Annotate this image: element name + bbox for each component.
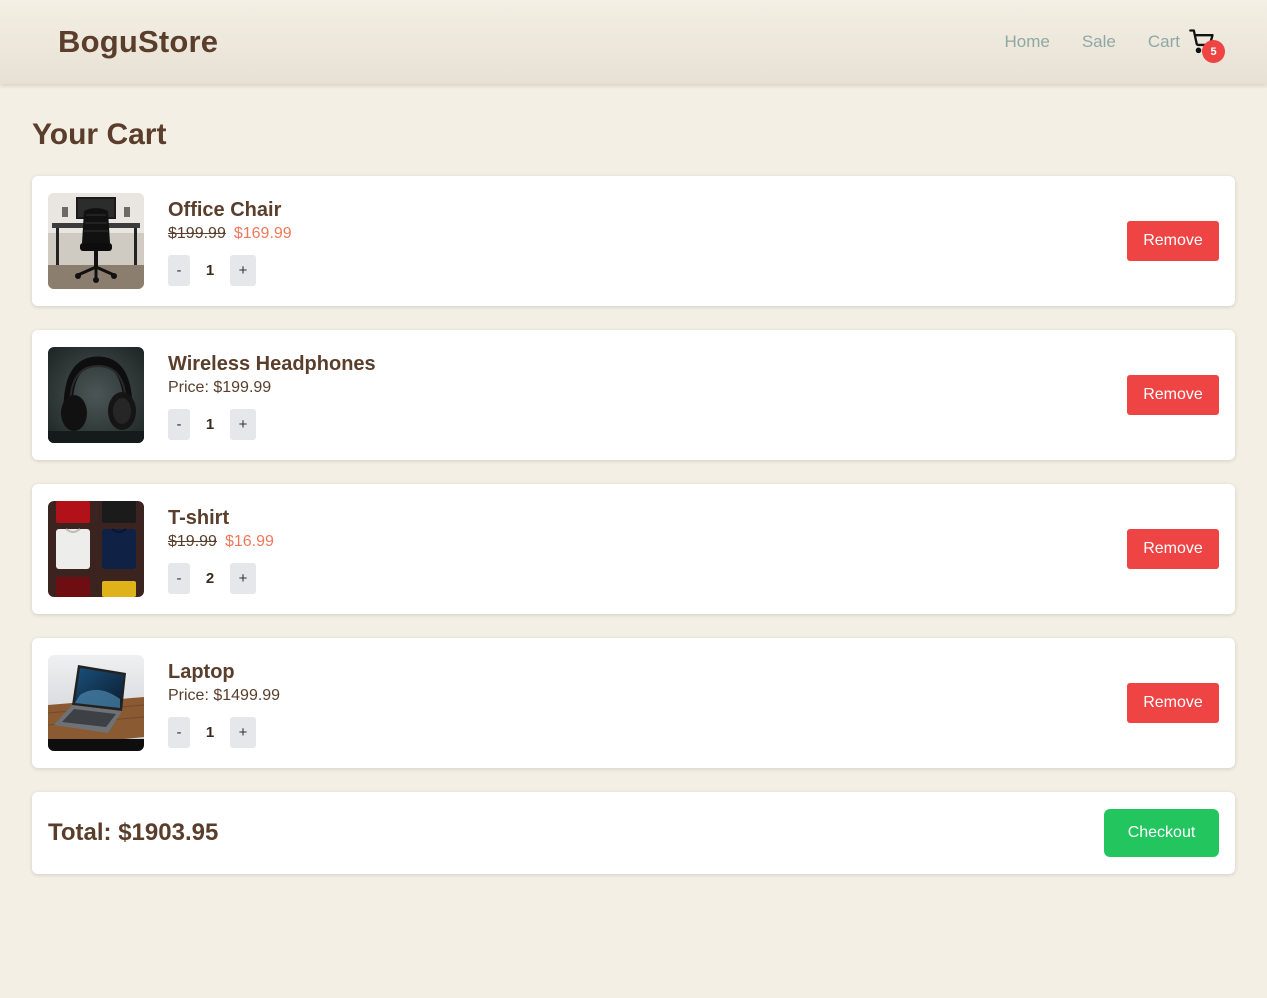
item-name: Laptop bbox=[168, 660, 235, 683]
cart-item: Wireless Headphones Price: $199.99 - 1 +… bbox=[32, 330, 1235, 460]
increase-quantity-button[interactable]: + bbox=[230, 562, 256, 594]
product-image-headphones bbox=[48, 347, 144, 443]
product-image-laptop bbox=[48, 655, 144, 751]
cart-button[interactable]: 5 bbox=[1188, 27, 1225, 63]
decrease-quantity-button[interactable]: - bbox=[168, 562, 190, 594]
nav-sale-link[interactable]: Sale bbox=[1082, 32, 1116, 52]
item-price: Price: $199.99 bbox=[168, 378, 272, 396]
item-price: $19.99 $16.99 bbox=[168, 531, 1127, 555]
item-name: Office Chair bbox=[168, 198, 282, 221]
item-info: Laptop Price: $1499.99 - 1 + bbox=[168, 659, 1127, 748]
nav-home-link[interactable]: Home bbox=[1004, 32, 1049, 52]
cart-item: Laptop Price: $1499.99 - 1 + Remove bbox=[32, 638, 1235, 768]
brand-logo[interactable]: BoguStore bbox=[58, 24, 218, 60]
quantity-value: 1 bbox=[205, 415, 215, 433]
cart-total: Total: $1903.95 bbox=[48, 819, 219, 846]
checkout-button[interactable]: Checkout bbox=[1104, 809, 1219, 857]
original-price: $199.99 bbox=[168, 224, 226, 242]
remove-button[interactable]: Remove bbox=[1127, 683, 1219, 723]
quantity-value: 1 bbox=[205, 261, 215, 279]
quantity-stepper: - 1 + bbox=[168, 716, 1127, 748]
remove-button[interactable]: Remove bbox=[1127, 529, 1219, 569]
product-image-tshirts bbox=[48, 501, 144, 597]
nav-cart-link[interactable]: Cart bbox=[1148, 32, 1180, 52]
sale-price: $169.99 bbox=[233, 224, 292, 242]
increase-quantity-button[interactable]: + bbox=[230, 716, 256, 748]
remove-button[interactable]: Remove bbox=[1127, 375, 1219, 415]
original-price: $19.99 bbox=[168, 532, 217, 550]
item-info: T-shirt $19.99 $16.99 - 2 + bbox=[168, 505, 1127, 594]
quantity-stepper: - 1 + bbox=[168, 254, 1127, 286]
site-header: BoguStore Home Sale Cart 5 bbox=[0, 0, 1267, 84]
decrease-quantity-button[interactable]: - bbox=[168, 254, 190, 286]
main-nav: Home Sale Cart 5 bbox=[972, 27, 1225, 63]
decrease-quantity-button[interactable]: - bbox=[168, 408, 190, 440]
item-name: T-shirt bbox=[168, 506, 230, 529]
quantity-stepper: - 2 + bbox=[168, 562, 1127, 594]
increase-quantity-button[interactable]: + bbox=[230, 408, 256, 440]
cart-item: T-shirt $19.99 $16.99 - 2 + Remove bbox=[32, 484, 1235, 614]
decrease-quantity-button[interactable]: - bbox=[168, 716, 190, 748]
sale-price: $16.99 bbox=[224, 532, 274, 550]
page-title: Your Cart bbox=[32, 118, 167, 151]
remove-button[interactable]: Remove bbox=[1127, 221, 1219, 261]
item-info: Office Chair $199.99 $169.99 - 1 + bbox=[168, 197, 1127, 286]
increase-quantity-button[interactable]: + bbox=[230, 254, 256, 286]
item-price: Price: $1499.99 bbox=[168, 686, 281, 704]
item-name: Wireless Headphones bbox=[168, 352, 376, 375]
cart-count-badge: 5 bbox=[1202, 40, 1225, 63]
item-info: Wireless Headphones Price: $199.99 - 1 + bbox=[168, 351, 1127, 440]
product-image-office-chair bbox=[48, 193, 144, 289]
cart-item: Office Chair $199.99 $169.99 - 1 + Remove bbox=[32, 176, 1235, 306]
quantity-value: 2 bbox=[205, 569, 215, 587]
item-price: $199.99 $169.99 bbox=[168, 223, 1127, 247]
cart-page: Your Cart Office Chair $199.99 $169.99 -… bbox=[0, 84, 1267, 874]
quantity-value: 1 bbox=[205, 723, 215, 741]
quantity-stepper: - 1 + bbox=[168, 408, 1127, 440]
cart-summary: Total: $1903.95 Checkout bbox=[32, 792, 1235, 874]
